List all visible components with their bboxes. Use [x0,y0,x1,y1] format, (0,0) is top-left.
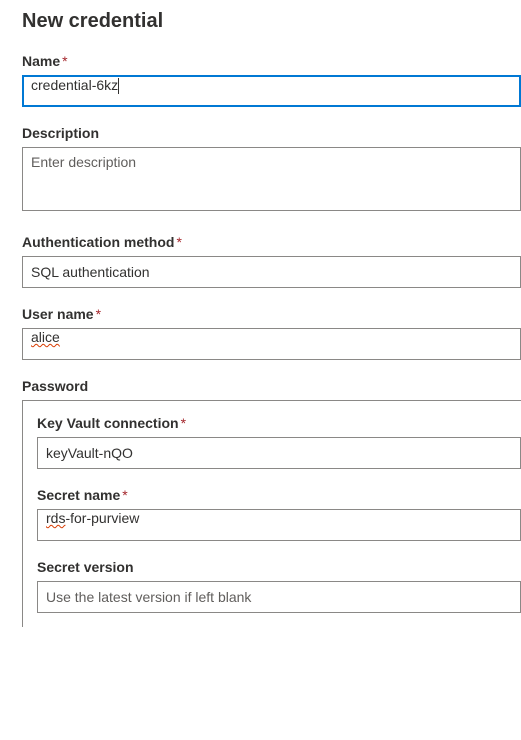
required-asterisk: * [181,415,186,431]
secret-name-prefix: rds [46,510,65,526]
description-label: Description [22,125,521,141]
key-vault-label: Key Vault connection* [37,415,521,431]
required-asterisk: * [62,53,67,69]
password-label: Password [22,378,521,394]
description-input[interactable] [22,147,521,211]
key-vault-selected-value: keyVault-nQO [46,445,133,461]
required-asterisk: * [176,234,181,250]
key-vault-label-text: Key Vault connection [37,415,179,431]
password-fieldset: Key Vault connection* keyVault-nQO Secre… [22,400,521,627]
auth-method-select[interactable]: SQL authentication [22,256,521,288]
required-asterisk: * [122,487,127,503]
auth-method-label: Authentication method* [22,234,521,250]
required-asterisk: * [96,306,101,322]
secret-name-label-text: Secret name [37,487,120,503]
user-name-value: alice [31,329,60,345]
secret-version-field: Secret version [37,559,521,613]
name-input[interactable]: credential-6kz [22,75,521,107]
secret-name-field: Secret name* rds-for-purview [37,487,521,541]
auth-method-selected-value: SQL authentication [31,264,150,280]
user-name-label-text: User name [22,306,94,322]
password-section: Password Key Vault connection* keyVault-… [22,378,521,627]
secret-version-input[interactable] [37,581,521,613]
page-title: New credential [22,10,521,33]
text-caret [118,78,119,94]
name-input-value: credential-6kz [31,77,118,93]
secret-name-label: Secret name* [37,487,521,503]
description-field: Description [22,125,521,216]
secret-version-label: Secret version [37,559,521,575]
secret-name-value: rds-for-purview [46,510,139,526]
key-vault-field: Key Vault connection* keyVault-nQO [37,415,521,469]
key-vault-select[interactable]: keyVault-nQO [37,437,521,469]
name-field: Name* credential-6kz [22,53,521,107]
name-label-text: Name [22,53,60,69]
secret-name-input[interactable]: rds-for-purview [37,509,521,541]
auth-method-label-text: Authentication method [22,234,174,250]
user-name-label: User name* [22,306,521,322]
secret-name-suffix: -for-purview [65,510,139,526]
name-label: Name* [22,53,521,69]
auth-method-field: Authentication method* SQL authenticatio… [22,234,521,288]
user-name-field: User name* alice [22,306,521,360]
user-name-input[interactable]: alice [22,328,521,360]
